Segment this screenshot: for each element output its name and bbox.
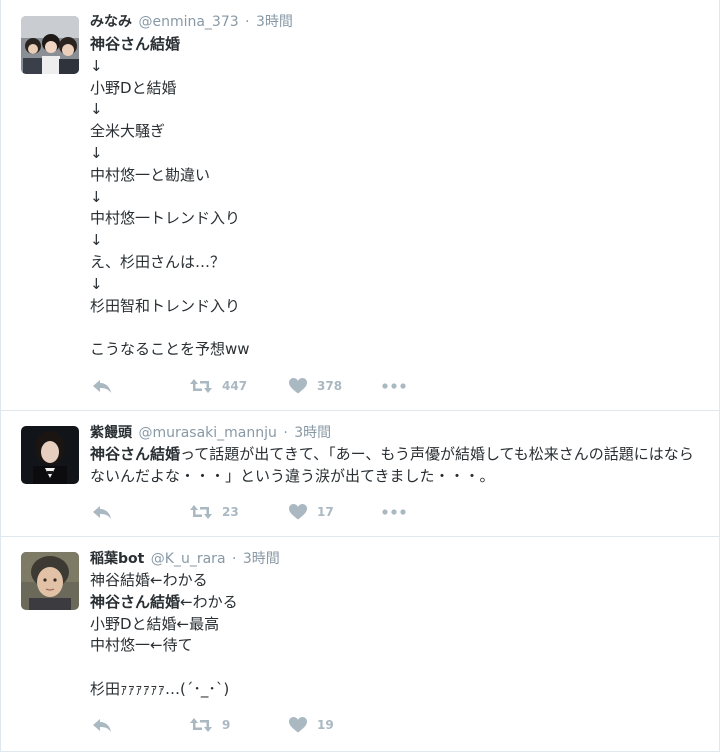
separator-dot: · <box>231 551 237 567</box>
tweet-line: 神谷さん結婚って話題が出てきて、「あー、もう声優が結婚しても松来さんの話題にはな… <box>90 445 694 485</box>
separator-dot: · <box>245 14 250 30</box>
tweet-timestamp[interactable]: 3時間 <box>294 425 331 441</box>
user-handle[interactable]: @murasaki_mannju <box>138 425 276 441</box>
retweet-button[interactable]: 9 <box>190 715 230 735</box>
reply-button[interactable] <box>92 502 112 522</box>
tweet-timeline: みなみ @enmina_373 · 3時間 神谷さん結婚 ↓ 小野Dと結婚 ↓ … <box>0 0 720 752</box>
avatar[interactable] <box>21 552 79 610</box>
tweet-line: え、杉田さんは…？ <box>90 252 226 271</box>
retweet-count: 23 <box>222 505 239 519</box>
tweet[interactable]: みなみ @enmina_373 · 3時間 神谷さん結婚 ↓ 小野Dと結婚 ↓ … <box>1 0 719 411</box>
tweet-header: 稲葉bot @K_u_rara · 3時間 <box>90 549 705 569</box>
tweet-line: 中村悠一←待て <box>90 636 193 655</box>
retweet-count: 9 <box>222 718 231 732</box>
tweet-line: ↓ <box>90 56 103 75</box>
retweet-count: 447 <box>222 379 248 393</box>
highlight-keyword: 神谷さん結婚 <box>90 445 181 463</box>
tweet-line: ↓ <box>90 143 103 162</box>
reply-icon <box>93 380 111 393</box>
highlight-keyword: 神谷さん結婚 <box>90 35 181 53</box>
more-button[interactable] <box>382 376 406 396</box>
user-name[interactable]: 紫饅頭 <box>90 425 132 441</box>
tweet-line <box>90 317 705 339</box>
tweet[interactable]: 紫饅頭 @murasaki_mannju · 3時間 神谷さん結婚って話題が出て… <box>1 411 719 537</box>
tweet[interactable]: 稲葉bot @K_u_rara · 3時間 神谷結婚←わかる 神谷さん結婚←わか… <box>1 537 719 752</box>
retweet-button[interactable]: 23 <box>190 502 239 522</box>
tweet-text: 神谷結婚←わかる 神谷さん結婚←わかる 小野Dと結婚←最高 中村悠一←待て 杉田… <box>90 570 705 701</box>
avatar[interactable] <box>21 16 79 74</box>
user-name[interactable]: 稲葉bot <box>90 551 144 567</box>
retweet-icon <box>190 718 212 732</box>
user-handle[interactable]: @K_u_rara <box>151 551 226 567</box>
heart-icon <box>289 378 307 394</box>
tweet-actions: 447 378 <box>90 376 450 396</box>
tweet-line: ↓ <box>90 231 103 250</box>
tweet-line: 杉田智和トレンド入り <box>90 296 241 315</box>
tweet-line: こうなることを予想ww <box>90 340 250 359</box>
tweet-text: 神谷さん結婚って話題が出てきて、「あー、もう声優が結婚しても松来さんの話題にはな… <box>90 444 705 488</box>
more-icon <box>382 383 406 389</box>
like-count: 19 <box>317 718 334 732</box>
user-handle[interactable]: @enmina_373 <box>138 14 238 30</box>
tweet-line: 小野Dと結婚←最高 <box>90 614 220 633</box>
reply-button[interactable] <box>92 376 112 396</box>
like-button[interactable]: 378 <box>289 376 342 396</box>
tweet-line: 神谷さん結婚 <box>90 34 705 56</box>
tweet-line: 神谷結婚←わかる <box>90 571 208 589</box>
like-button[interactable]: 17 <box>289 502 334 522</box>
retweet-icon <box>190 379 212 393</box>
tweet-timestamp[interactable]: 3時間 <box>256 14 293 30</box>
retweet-icon <box>190 505 212 519</box>
tweet-line: 中村悠一と勘違い <box>90 165 211 184</box>
heart-icon <box>289 504 307 520</box>
tweet-timestamp[interactable]: 3時間 <box>243 551 280 567</box>
tweet-header: 紫饅頭 @murasaki_mannju · 3時間 <box>90 423 705 443</box>
tweet-line: ↓ <box>90 187 103 206</box>
reply-button[interactable] <box>92 715 112 735</box>
reply-icon <box>93 506 111 519</box>
tweet-header: みなみ @enmina_373 · 3時間 <box>90 12 705 32</box>
tweet-line: ↓ <box>90 274 103 293</box>
like-count: 378 <box>317 379 343 393</box>
reply-icon <box>93 719 111 732</box>
retweet-button[interactable]: 447 <box>190 376 247 396</box>
like-count: 17 <box>317 505 334 519</box>
like-button[interactable]: 19 <box>289 715 334 735</box>
tweet-line: ↓ <box>90 100 103 119</box>
tweet-text: 神谷さん結婚 ↓ 小野Dと結婚 ↓ 全米大騒ぎ ↓ 中村悠一と勘違い ↓ 中村悠… <box>90 34 705 361</box>
tweet-actions: 9 19 <box>90 715 450 735</box>
avatar[interactable] <box>21 426 79 484</box>
highlight-keyword: 神谷さん結婚 <box>90 592 181 611</box>
more-button[interactable] <box>382 502 406 522</box>
tweet-line: 杉田ｧｧｧｧｧｧ…(´･_･`) <box>90 679 230 698</box>
tweet-actions: 23 17 <box>90 502 450 522</box>
heart-icon <box>289 717 307 733</box>
tweet-line <box>90 657 705 679</box>
tweet-line: 中村悠一トレンド入り <box>90 209 241 228</box>
tweet-line: 全米大騒ぎ <box>90 122 166 141</box>
more-icon <box>382 509 406 515</box>
tweet-line: 神谷さん結婚←わかる <box>90 592 238 611</box>
tweet-line: 小野Dと結婚 <box>90 78 177 97</box>
user-name[interactable]: みなみ <box>90 14 132 30</box>
separator-dot: · <box>283 425 288 441</box>
